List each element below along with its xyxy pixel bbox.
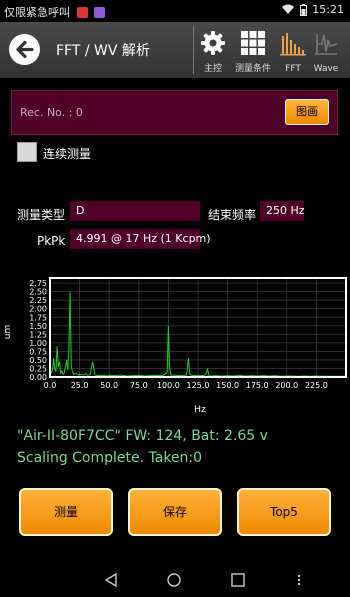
page-title: FFT / WV 解析 <box>56 43 150 59</box>
save-button[interactable]: 保存 <box>128 488 222 536</box>
end-frequency-label: 结束频率 <box>208 208 257 222</box>
pkpk-value: 4.991 @ 17 Hz (1 Kcpm) <box>70 229 211 249</box>
pkpk-label: PkPk <box>37 234 66 248</box>
clock: 15:21 <box>312 3 344 16</box>
grid-icon <box>241 31 265 55</box>
y-tick-label: 1.50 <box>29 322 47 331</box>
nav-recents-icon[interactable] <box>231 573 245 587</box>
y-tick-label: 0.50 <box>29 356 47 365</box>
wave-button[interactable]: Wave <box>303 26 349 76</box>
end-frequency-field[interactable]: 250 Hz <box>260 201 305 221</box>
wifi-icon <box>282 4 295 14</box>
y-tick-label: 2.50 <box>29 288 47 297</box>
x-tick-label: 50.0 <box>100 381 118 390</box>
status-left: 仅限紧急呼叫 <box>4 4 105 20</box>
y-axis-label: um <box>3 325 13 339</box>
battery-icon <box>300 3 308 16</box>
x-tick-label: 175.0 <box>246 381 269 390</box>
emergency-only-text: 仅限紧急呼叫 <box>4 6 70 19</box>
x-tick-label: 150.0 <box>216 381 239 390</box>
plot-button[interactable]: 图画 <box>285 99 329 125</box>
y-tick-label: 1.25 <box>29 330 47 339</box>
x-tick-label: 125.0 <box>187 381 210 390</box>
nav-home-icon[interactable] <box>167 573 181 587</box>
y-tick-label: 0.75 <box>29 347 47 356</box>
y-tick-label: 2.25 <box>29 296 47 305</box>
y-tick-label: 2.00 <box>29 305 47 314</box>
nav-menu-icon[interactable] <box>296 573 302 587</box>
x-tick-label: 75.0 <box>130 381 148 390</box>
y-tick-label: 1.75 <box>29 313 47 322</box>
fft-chart: 0.000.250.500.751.001.251.501.752.002.25… <box>3 277 347 415</box>
nav-back-icon[interactable] <box>104 573 118 587</box>
x-tick-label: 0.0 <box>44 381 57 390</box>
y-tick-label: 0.25 <box>29 364 47 373</box>
app-header: FFT / WV 解析 主控 测量条件 FFT Wave <box>0 22 350 78</box>
notification-icon <box>76 7 88 18</box>
measure-button[interactable]: 测量 <box>19 488 113 536</box>
device-info: "Air-II-80F7CC" FW: 124, Bat: 2.65 v <box>17 428 268 444</box>
measure-type-label: 测量类型 <box>17 208 66 222</box>
record-panel: Rec. No. : 0 图画 <box>11 90 338 135</box>
gear-icon <box>201 31 225 55</box>
record-number: Rec. No. : 0 <box>20 106 83 119</box>
x-tick-label: 200.0 <box>275 381 298 390</box>
status-bar: 仅限紧急呼叫 15:21 <box>0 0 350 22</box>
wave-label: Wave <box>313 64 339 74</box>
x-tick-label: 225.0 <box>305 381 328 390</box>
status-right: 15:21 <box>281 3 344 16</box>
back-arrow-icon <box>16 40 34 59</box>
top5-button[interactable]: Top5 <box>237 488 331 536</box>
scaling-status: Scaling Complete. Taken:0 <box>17 450 203 466</box>
measure-type-field[interactable]: D <box>70 201 200 221</box>
x-axis-label: Hz <box>194 405 206 415</box>
back-button[interactable] <box>9 34 40 65</box>
wave-icon <box>315 34 338 55</box>
continuous-measure-label: 连续测量 <box>43 147 92 161</box>
y-tick-label: 2.75 <box>29 279 47 288</box>
x-tick-label: 25.0 <box>71 381 89 390</box>
y-tick-label: 1.00 <box>29 339 47 348</box>
x-tick-label: 100.0 <box>157 381 180 390</box>
app-icon <box>94 7 105 18</box>
continuous-measure-checkbox[interactable] <box>17 142 37 162</box>
system-nav-bar <box>0 565 350 597</box>
